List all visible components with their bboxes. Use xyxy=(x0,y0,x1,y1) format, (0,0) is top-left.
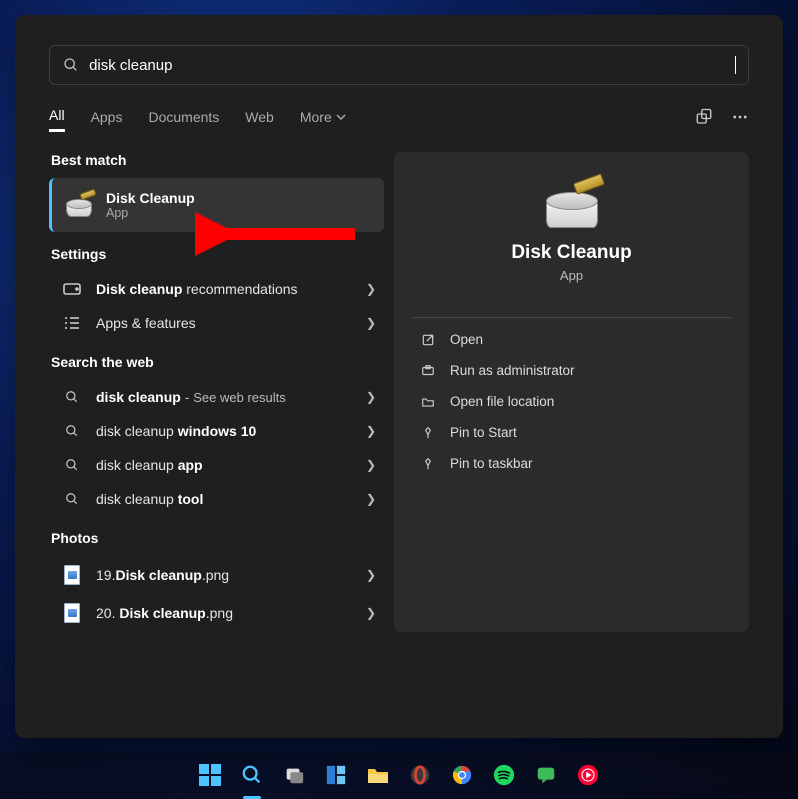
results-column: Best match Disk Cleanup App Settings Dis… xyxy=(49,152,384,632)
section-settings: Settings xyxy=(51,246,384,262)
detail-subtitle: App xyxy=(560,268,583,283)
filter-tabs-row: All Apps Documents Web More xyxy=(49,107,749,132)
start-search-panel: All Apps Documents Web More Best match xyxy=(15,15,783,738)
chevron-right-icon: ❯ xyxy=(366,568,376,582)
search-box[interactable] xyxy=(49,45,749,85)
detail-title: Disk Cleanup xyxy=(511,242,631,264)
tab-documents[interactable]: Documents xyxy=(148,107,219,132)
web-result-1[interactable]: disk cleanup windows 10 ❯ xyxy=(49,414,384,448)
list-icon xyxy=(63,316,81,330)
search-button[interactable] xyxy=(238,761,266,789)
action-open-location[interactable]: Open file location xyxy=(412,386,731,417)
search-icon xyxy=(63,458,81,472)
search-icon xyxy=(63,492,81,506)
switch-account-icon[interactable] xyxy=(695,108,713,131)
settings-item-apps-features[interactable]: Apps & features ❯ xyxy=(49,306,384,340)
chevron-right-icon: ❯ xyxy=(366,458,376,472)
detail-panel: Disk Cleanup App Open Run as administrat… xyxy=(394,152,749,632)
folder-icon xyxy=(420,395,436,409)
chat-button[interactable] xyxy=(532,761,560,789)
best-match-title: Disk Cleanup xyxy=(106,190,195,206)
photo-result-1[interactable]: 20. Disk cleanup.png ❯ xyxy=(49,594,384,632)
taskbar xyxy=(0,751,798,799)
search-icon xyxy=(62,57,79,73)
tab-all[interactable]: All xyxy=(49,107,65,132)
spotify-button[interactable] xyxy=(490,761,518,789)
chevron-right-icon: ❯ xyxy=(366,282,376,296)
pin-icon xyxy=(420,426,436,440)
best-match-subtitle: App xyxy=(106,206,195,220)
divider xyxy=(412,317,731,318)
action-pin-taskbar[interactable]: Pin to taskbar xyxy=(412,448,731,479)
tab-web[interactable]: Web xyxy=(245,107,274,132)
web-result-0[interactable]: disk cleanup - See web results ❯ xyxy=(49,380,384,414)
web-result-3[interactable]: disk cleanup tool ❯ xyxy=(49,482,384,516)
chevron-right-icon: ❯ xyxy=(366,606,376,620)
image-file-icon xyxy=(63,603,81,623)
storage-icon xyxy=(63,283,81,295)
chevron-right-icon: ❯ xyxy=(366,492,376,506)
filter-tabs: All Apps Documents Web More xyxy=(49,107,346,132)
shield-icon xyxy=(420,364,436,378)
image-file-icon xyxy=(63,565,81,585)
text-cursor xyxy=(735,56,736,74)
settings-item-recommendations[interactable]: Disk cleanup recommendations ❯ xyxy=(49,272,384,306)
youtube-music-button[interactable] xyxy=(574,761,602,789)
search-icon xyxy=(63,390,81,404)
disk-cleanup-icon xyxy=(544,180,600,228)
tab-apps[interactable]: Apps xyxy=(91,107,123,132)
action-open[interactable]: Open xyxy=(412,324,731,355)
disk-cleanup-icon xyxy=(66,193,94,217)
open-icon xyxy=(420,333,436,347)
task-view-button[interactable] xyxy=(280,761,308,789)
file-explorer-button[interactable] xyxy=(364,761,392,789)
start-button[interactable] xyxy=(196,761,224,789)
chevron-down-icon xyxy=(336,112,346,122)
more-options-icon[interactable] xyxy=(731,108,749,131)
action-pin-start[interactable]: Pin to Start xyxy=(412,417,731,448)
chrome-button[interactable] xyxy=(448,761,476,789)
search-input[interactable] xyxy=(89,57,728,74)
chevron-right-icon: ❯ xyxy=(366,390,376,404)
pin-icon xyxy=(420,457,436,471)
section-search-web: Search the web xyxy=(51,354,384,370)
section-best-match: Best match xyxy=(51,152,384,168)
web-result-2[interactable]: disk cleanup app ❯ xyxy=(49,448,384,482)
best-match-result[interactable]: Disk Cleanup App xyxy=(49,178,384,232)
tab-more[interactable]: More xyxy=(300,107,346,132)
chevron-right-icon: ❯ xyxy=(366,316,376,330)
search-icon xyxy=(63,424,81,438)
opera-button[interactable] xyxy=(406,761,434,789)
section-photos: Photos xyxy=(51,530,384,546)
photo-result-0[interactable]: 19.Disk cleanup.png ❯ xyxy=(49,556,384,594)
widgets-button[interactable] xyxy=(322,761,350,789)
action-run-admin[interactable]: Run as administrator xyxy=(412,355,731,386)
chevron-right-icon: ❯ xyxy=(366,424,376,438)
